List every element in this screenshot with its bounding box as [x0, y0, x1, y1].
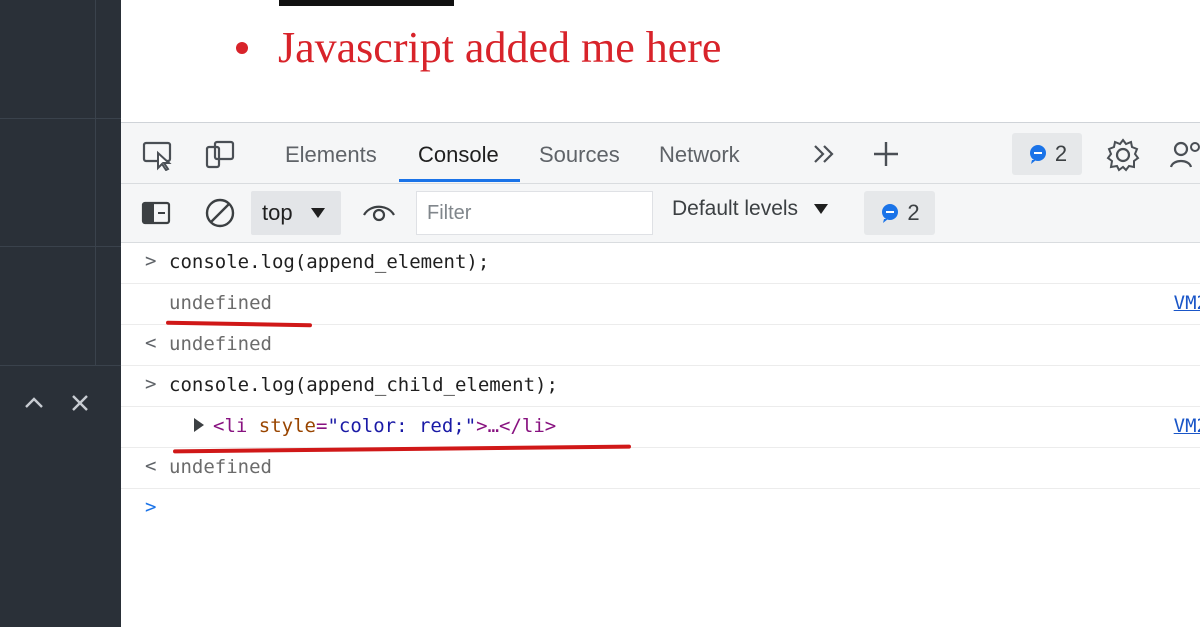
tab-sources[interactable]: Sources — [539, 137, 620, 177]
context-select[interactable]: top — [251, 191, 341, 235]
add-tab-icon[interactable] — [869, 137, 903, 171]
console-input-row: > console.log(append_element); — [121, 243, 1200, 284]
rendered-page: Javascript added me here — [121, 0, 1200, 122]
chevron-right-icon: > — [145, 373, 157, 395]
live-expression-eye-icon[interactable] — [361, 196, 397, 230]
panel-divider — [0, 118, 121, 119]
panel-divider — [0, 365, 121, 366]
console-log-row: undefined VM2 — [121, 284, 1200, 325]
console-command: console.log(append_child_element); — [169, 374, 558, 396]
element-attr-name: style — [258, 415, 316, 437]
issues-badge[interactable]: 2 — [1012, 133, 1082, 175]
console-filter-input[interactable]: Filter — [416, 191, 653, 235]
inspect-element-icon[interactable] — [139, 137, 177, 173]
context-select-value: top — [262, 200, 293, 225]
close-icon[interactable] — [66, 388, 94, 418]
device-toolbar-icon[interactable] — [201, 137, 239, 173]
console-log-row: <li style="color: red;">…</li> VM2 — [121, 407, 1200, 448]
panel-divider — [0, 246, 121, 247]
chevron-right-icon: > — [145, 496, 157, 518]
chevron-right-icon: > — [145, 250, 157, 272]
messages-count: 2 — [907, 200, 920, 225]
log-output: undefined — [169, 292, 272, 314]
left-side-panel — [0, 0, 121, 627]
panel-divider-vertical — [95, 0, 96, 365]
devtools-panel: Elements Console Sources Network 2 top F… — [121, 122, 1200, 627]
expand-triangle-icon[interactable] — [193, 416, 205, 438]
devtools-tab-bar: Elements Console Sources Network 2 — [121, 123, 1200, 184]
console-toolbar: top Filter Default levels 2 — [121, 184, 1200, 243]
more-tabs-icon[interactable] — [809, 139, 839, 169]
message-icon — [882, 204, 899, 223]
bullet-icon — [236, 41, 248, 54]
return-value: undefined — [169, 333, 272, 355]
issues-count: 2 — [1054, 141, 1068, 166]
chevron-left-icon: < — [145, 455, 157, 477]
console-return-row: < undefined — [121, 325, 1200, 366]
element-close: >…</li> — [476, 415, 557, 437]
customize-icon[interactable] — [1165, 135, 1200, 175]
list-item-text: Javascript added me here — [278, 23, 722, 72]
log-levels-label: Default levels — [672, 197, 799, 220]
message-icon — [1029, 145, 1046, 164]
source-link[interactable]: VM2 — [1174, 415, 1200, 437]
console-command: console.log(append_element); — [169, 251, 490, 273]
cropped-heading — [279, 0, 454, 6]
dropdown-arrow-icon — [814, 204, 829, 214]
console-input-row: > console.log(append_child_element); — [121, 366, 1200, 407]
element-attr-value: "color: red;" — [327, 415, 477, 437]
tab-console[interactable]: Console — [418, 137, 499, 177]
element-open-tag: <li — [213, 415, 248, 437]
sidebar-toggle-icon[interactable] — [139, 196, 173, 230]
list-item: Javascript added me here — [233, 22, 721, 73]
console-return-row: < undefined — [121, 448, 1200, 489]
tab-elements[interactable]: Elements — [285, 137, 377, 177]
messages-badge[interactable]: 2 — [864, 191, 935, 235]
chevron-left-icon: < — [145, 332, 157, 354]
settings-gear-icon[interactable] — [1103, 135, 1143, 175]
logged-element[interactable]: <li style="color: red;">…</li> — [213, 415, 556, 437]
console-output: > console.log(append_element); undefined… — [121, 243, 1200, 627]
console-prompt-row[interactable]: > — [121, 489, 1200, 529]
source-link[interactable]: VM2 — [1174, 292, 1200, 314]
active-tab-indicator — [399, 179, 520, 182]
dropdown-arrow-icon — [310, 208, 325, 218]
log-levels-dropdown[interactable]: Default levels — [672, 197, 830, 221]
return-value: undefined — [169, 456, 272, 478]
clear-console-icon[interactable] — [201, 194, 239, 232]
tab-network[interactable]: Network — [659, 137, 740, 177]
chevron-up-icon[interactable] — [20, 388, 48, 418]
